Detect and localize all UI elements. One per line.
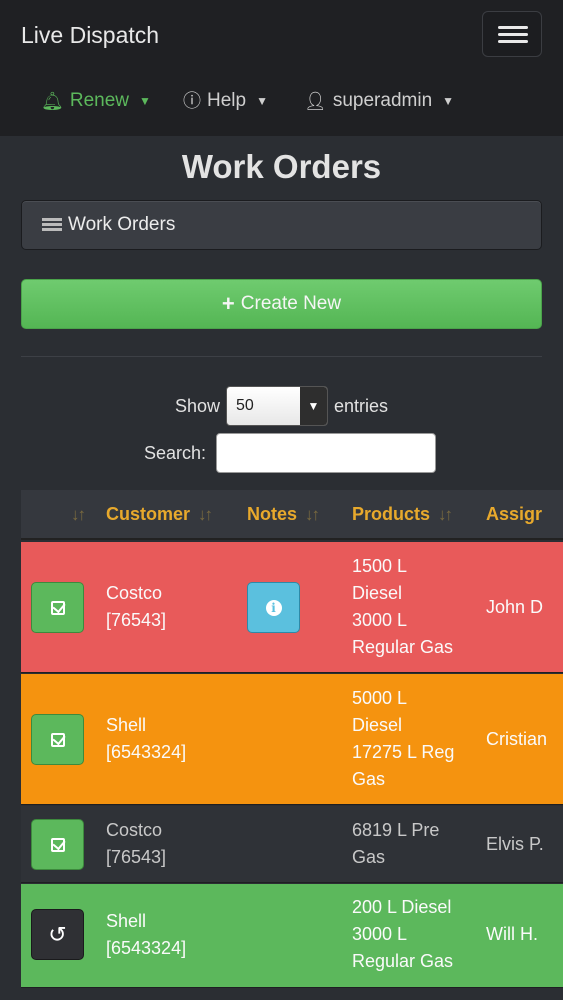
bell-icon: 🔔︎	[41, 91, 64, 111]
customer-cell: Costco [76543]	[106, 583, 167, 630]
check-square-icon	[50, 732, 65, 747]
assigned-cell: Will H.	[486, 924, 538, 944]
column-header-notes[interactable]: Notes ↓↑	[247, 504, 320, 525]
customer-cell: Shell [6543324]	[106, 715, 187, 762]
entries-value: 50	[236, 397, 254, 414]
table-header: ↓↑ Customer ↓↑ Notes ↓↑ Products ↓↑ Assigr	[21, 490, 563, 540]
plus-icon: +	[221, 291, 235, 316]
search-input[interactable]	[216, 433, 437, 473]
column-header-customer[interactable]: Customer ↓↑	[106, 504, 213, 525]
nav-item-help[interactable]: ⓘ Help ▼	[183, 90, 268, 112]
products-cell: 200 L Diesel 3000 L Regular Gas	[352, 897, 454, 971]
brand-title[interactable]: Live Dispatch	[21, 22, 159, 49]
dropdown-arrow-icon: ▼	[300, 387, 327, 425]
work-orders-table: ↓↑ Customer ↓↑ Notes ↓↑ Products ↓↑ Assigr …	[21, 490, 563, 1000]
caret-down-icon: ▼	[139, 94, 151, 108]
search-label: Search:	[144, 442, 207, 463]
check-square-icon	[50, 600, 65, 615]
info-icon: i	[265, 599, 282, 616]
complete-checkbox-button[interactable]	[31, 582, 84, 633]
panel-title: Work Orders	[68, 214, 176, 235]
table-row: Costco [76543] i 1500 L Diesel 3000 L Re…	[21, 542, 563, 673]
sort-icon: ↓↑	[305, 505, 320, 524]
nav-item-user[interactable]: 👤︎ superadmin ▼	[304, 90, 454, 112]
table-row: Shell [6543324] 5000 L Diesel 17275 L Re…	[21, 674, 563, 805]
notes-info-button[interactable]: i	[247, 582, 300, 633]
check-square-icon	[50, 837, 65, 852]
products-cell: 5000 L Diesel 17275 L Reg Gas	[352, 688, 455, 789]
undo-icon: ↺	[48, 921, 67, 947]
page-title: Work Orders	[181, 148, 382, 185]
complete-checkbox-button[interactable]	[31, 714, 84, 765]
caret-down-icon: ▼	[442, 94, 455, 108]
user-icon: 👤︎	[304, 91, 327, 111]
hamburger-menu-button[interactable]	[482, 11, 542, 57]
products-cell: 6819 L Pre Gas	[352, 820, 440, 867]
products-cell: 1500 L Diesel 3000 L Regular Gas	[352, 556, 454, 657]
info-circle-icon: ⓘ	[183, 91, 201, 111]
customer-cell: Shell [6543324]	[106, 911, 187, 958]
nav-item-label: superadmin	[332, 90, 433, 111]
sort-icon: ↓↑	[71, 505, 86, 524]
nav-item-label: Help	[207, 90, 247, 111]
assigned-cell: Elvis P.	[486, 834, 544, 854]
entries-label: entries	[334, 395, 389, 416]
assigned-cell: John D	[486, 597, 544, 617]
search-control: Search:	[144, 433, 437, 473]
show-label: Show	[174, 395, 220, 416]
navbar: Live Dispatch 🔔︎ Renew ▼ ⓘ Help ▼ 👤︎ sup…	[0, 0, 563, 136]
list-icon	[42, 218, 62, 232]
sort-icon: ↓↑	[198, 505, 213, 524]
caret-down-icon: ▼	[256, 94, 268, 108]
customer-cell: Costco [76543]	[106, 820, 167, 867]
column-header-action[interactable]: ↓↑	[63, 504, 86, 525]
table-row: Costco [76543] 6819 L Pre Gas Elvis P.	[21, 806, 563, 883]
divider	[21, 356, 542, 357]
assigned-cell: Cristian	[486, 729, 548, 749]
create-new-button[interactable]: + Create New	[21, 279, 542, 329]
undo-button[interactable]: ↺	[31, 909, 84, 960]
complete-checkbox-button[interactable]	[31, 819, 84, 870]
entries-select[interactable]: 50 ▼	[226, 386, 328, 426]
entries-control: Show 50 ▼ entries	[0, 386, 563, 426]
panel-heading: Work Orders	[21, 200, 542, 250]
nav-item-renew[interactable]: 🔔︎ Renew ▼	[41, 90, 151, 112]
create-new-label: Create New	[240, 293, 342, 314]
nav-item-label: Renew	[69, 90, 130, 111]
sort-icon: ↓↑	[438, 505, 453, 524]
column-header-assigned[interactable]: Assigr	[486, 504, 542, 525]
table-row: ↺ Shell [6543324] 200 L Diesel 3000 L Re…	[21, 884, 563, 988]
column-header-products[interactable]: Products ↓↑	[352, 504, 453, 525]
